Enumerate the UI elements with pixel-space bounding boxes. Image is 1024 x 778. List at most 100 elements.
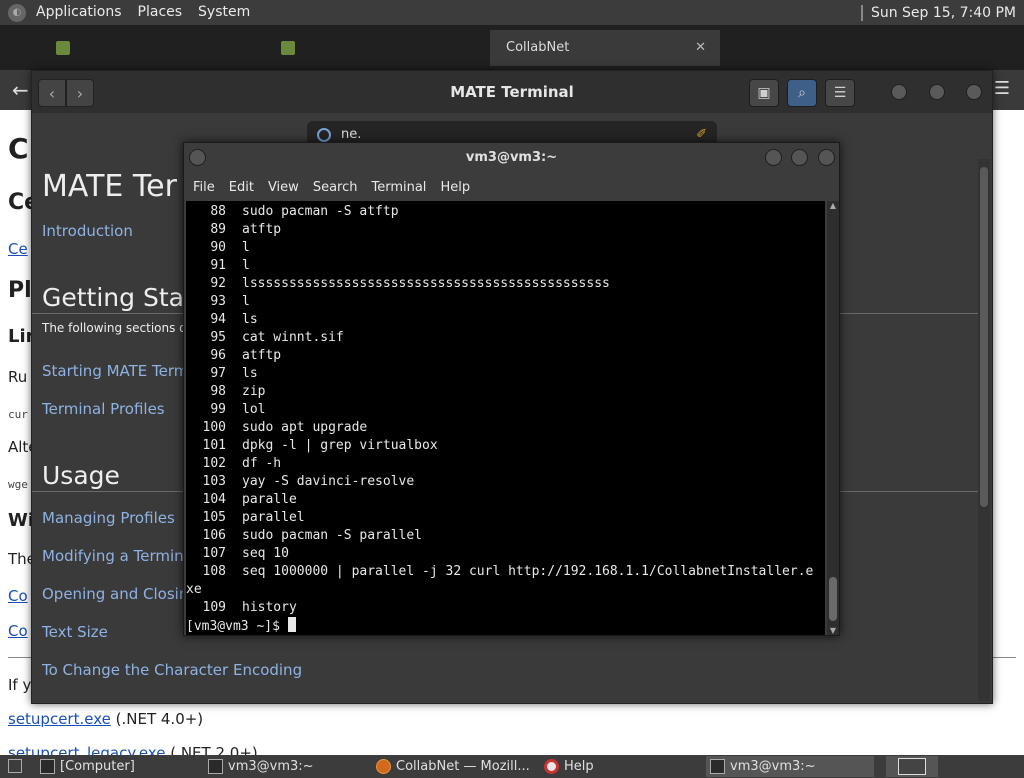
history-line: 107 seq 10 — [186, 545, 289, 563]
back-arrow-icon[interactable]: ← — [12, 78, 29, 102]
history-command: l — [242, 294, 250, 309]
hamburger-menu-icon[interactable]: ☰ — [994, 78, 1010, 99]
show-desktop-button[interactable] — [0, 756, 28, 777]
history-line: 92 lsssssssssssssssssssssssssssssssssssss… — [186, 275, 610, 293]
folder-icon — [40, 759, 55, 774]
history-number: 91 — [210, 258, 226, 273]
wrapped-text: xe — [186, 582, 202, 597]
workspace-switcher[interactable] — [886, 756, 938, 777]
link-introduction[interactable]: Introduction — [42, 222, 133, 240]
menu-file[interactable]: File — [186, 180, 222, 195]
link-managing-profiles[interactable]: Managing Profiles — [42, 509, 175, 527]
page-link[interactable]: Co — [8, 622, 28, 640]
history-number: 98 — [210, 384, 226, 399]
hamburger-menu-icon: ☰ — [833, 85, 847, 101]
history-number: 94 — [210, 312, 226, 327]
help-scrollbar[interactable] — [978, 159, 990, 701]
history-line: 104 paralle — [186, 491, 297, 509]
link-starting-mate-terminal[interactable]: Starting MATE Term — [42, 362, 188, 380]
heading-usage: Usage — [42, 461, 120, 490]
prompt-line[interactable]: [vm3@vm3 ~]$ — [186, 617, 296, 635]
desktop-icon — [8, 759, 22, 773]
history-command: sudo pacman -S parallel — [242, 528, 423, 543]
tab-close-icon[interactable]: ✕ — [695, 30, 706, 66]
history-number: 108 — [202, 564, 226, 579]
terminal-window: vm3@vm3:~ File Edit View Search Terminal… — [183, 142, 840, 636]
history-command: l — [242, 258, 250, 273]
link-text-size[interactable]: Text Size — [42, 623, 108, 641]
menu-help[interactable]: Help — [433, 180, 477, 195]
taskbar-label: vm3@vm3:~ — [730, 759, 816, 774]
minimize-icon[interactable] — [765, 149, 782, 166]
close-icon[interactable] — [966, 84, 982, 100]
taskbar-item-help[interactable]: Help — [540, 756, 698, 777]
top-panel: ◐ Applications Places System Sun Sep 15,… — [0, 0, 1024, 25]
scroll-down-icon[interactable]: ▼ — [827, 626, 839, 635]
applications-menu[interactable]: Applications — [28, 0, 130, 25]
shell-prompt: [vm3@vm3 ~]$ — [186, 619, 288, 634]
search-button[interactable]: ⌕ — [787, 79, 817, 107]
bookmark-icon: ▣ — [757, 85, 771, 101]
menu-edit[interactable]: Edit — [222, 180, 261, 195]
search-icon: ⌕ — [798, 85, 806, 101]
history-command: ls — [242, 366, 258, 381]
page-link[interactable]: Ce — [8, 240, 28, 258]
link-opening-closing[interactable]: Opening and Closing — [42, 585, 198, 603]
minimize-icon[interactable] — [891, 84, 907, 100]
clock[interactable]: Sun Sep 15, 7:40 PM — [871, 5, 1016, 21]
history-command: atftp — [242, 348, 282, 363]
history-number: 107 — [202, 546, 226, 561]
history-number: 106 — [202, 528, 226, 543]
panel-separator — [860, 4, 863, 21]
menu-button[interactable]: ☰ — [825, 79, 855, 107]
download-line: setupcert_legacy.exe (.NET 2.0+) — [8, 744, 258, 755]
history-command: history — [242, 600, 297, 615]
firefox-tab[interactable] — [50, 33, 250, 63]
setupcert-legacy-link[interactable]: setupcert_legacy.exe — [8, 744, 165, 755]
places-menu[interactable]: Places — [130, 0, 191, 25]
scrollbar-thumb[interactable] — [980, 167, 988, 507]
history-command: ls — [242, 312, 258, 327]
taskbar-item-terminal[interactable]: vm3@vm3:~ — [204, 756, 362, 777]
help-header-bar: ‹ › MATE Terminal ▣ ⌕ ☰ — [32, 71, 992, 113]
workspace-1[interactable] — [898, 758, 926, 775]
history-number: 103 — [202, 474, 226, 489]
history-line: 91 l — [186, 257, 250, 275]
page-title: MATE Ter — [42, 169, 177, 204]
system-menu[interactable]: System — [190, 0, 258, 25]
page-link[interactable]: Co — [8, 587, 28, 605]
page-heading: C — [8, 132, 29, 165]
taskbar-item-computer[interactable]: [Computer] — [36, 756, 194, 777]
link-terminal-profiles[interactable]: Terminal Profiles — [42, 400, 165, 418]
close-icon[interactable] — [818, 149, 835, 166]
history-line: 108 seq 1000000 | parallel -j 32 curl htt… — [186, 563, 814, 581]
setupcert-link[interactable]: setupcert.exe — [8, 710, 111, 728]
terminal-scrollbar[interactable]: ▲ ▼ — [827, 201, 839, 635]
history-line: 94 ls — [186, 311, 258, 329]
terminal-icon — [208, 759, 223, 774]
menu-view[interactable]: View — [261, 180, 306, 195]
terminal-icon — [710, 759, 725, 774]
history-number: 100 — [202, 420, 226, 435]
scrollbar-thumb[interactable] — [829, 577, 837, 621]
maximize-icon[interactable] — [929, 84, 945, 100]
taskbar-item-terminal-active[interactable]: vm3@vm3:~ — [706, 756, 874, 777]
terminal-screen[interactable]: 88 sudo pacman -S atftp 89 atftp 90 l 91 l 92 lss… — [186, 201, 825, 635]
tab-label: CollabNet — [506, 40, 570, 55]
mate-logo-icon[interactable]: ◐ — [8, 3, 26, 22]
firefox-tab[interactable] — [275, 33, 475, 63]
menu-search[interactable]: Search — [306, 180, 365, 195]
firefox-active-tab[interactable]: CollabNet ✕ — [490, 30, 720, 66]
bottom-taskbar: [Computer] vm3@vm3:~ CollabNet — Mozill.… — [0, 755, 1024, 778]
history-command: dpkg -l | grep virtualbox — [242, 438, 438, 453]
link-modifying-terminal[interactable]: Modifying a Termina — [42, 547, 193, 565]
scroll-up-icon[interactable]: ▲ — [827, 201, 839, 210]
taskbar-item-firefox[interactable]: CollabNet — Mozill... — [372, 756, 532, 777]
menu-terminal[interactable]: Terminal — [364, 180, 433, 195]
link-character-encoding[interactable]: To Change the Character Encoding — [42, 661, 302, 679]
bookmark-button[interactable]: ▣ — [749, 79, 779, 107]
history-command: lsssssssssssssssssssssssssssssssssssssss… — [242, 276, 610, 291]
history-number: 109 — [202, 600, 226, 615]
history-line: 101 dpkg -l | grep virtualbox — [186, 437, 438, 455]
maximize-icon[interactable] — [791, 149, 808, 166]
